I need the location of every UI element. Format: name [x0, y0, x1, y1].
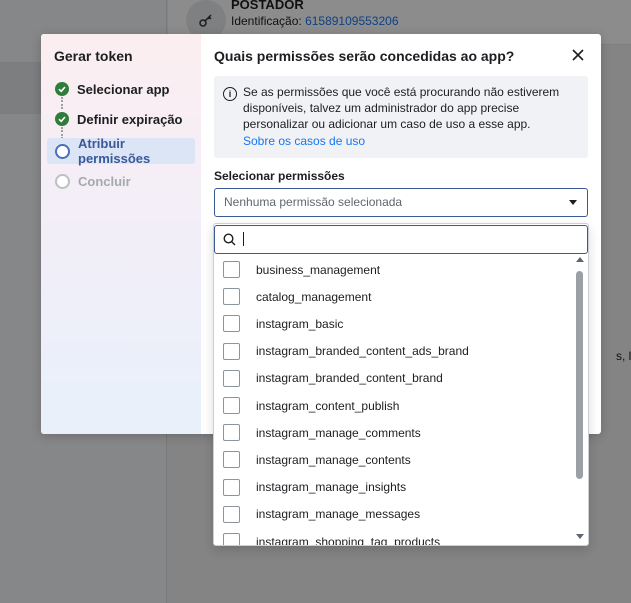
info-notice: i Se as permissões que você está procura… — [214, 76, 588, 158]
close-icon — [572, 49, 584, 61]
checkbox[interactable] — [223, 478, 240, 496]
permission-option[interactable]: instagram_basic — [214, 310, 574, 337]
checkbox[interactable] — [223, 315, 240, 333]
step-label: Concluir — [78, 173, 131, 189]
check-icon — [55, 112, 69, 126]
permissions-dropdown: business_management catalog_managementins… — [213, 223, 589, 546]
permission-option-label: instagram_content_publish — [256, 398, 400, 413]
step-assign-permissions[interactable]: Atribuir permissões — [47, 136, 195, 166]
permission-option-label: instagram_manage_contents — [256, 452, 411, 467]
scroll-down-icon[interactable] — [576, 534, 584, 539]
permission-option-label: instagram_branded_content_ads_brand — [256, 344, 469, 359]
text-cursor — [243, 232, 244, 246]
caret-down-icon — [569, 200, 577, 205]
circle-icon — [55, 143, 70, 159]
permission-option-label: instagram_shopping_tag_products — [256, 534, 441, 546]
permission-option-label: instagram_manage_insights — [256, 480, 407, 495]
step-set-expiration[interactable]: Definir expiração — [47, 106, 195, 132]
permission-option[interactable]: instagram_manage_messages — [214, 501, 574, 528]
step-select-app[interactable]: Selecionar app — [47, 76, 195, 102]
info-icon: i — [223, 87, 237, 101]
checkbox[interactable] — [223, 505, 240, 523]
checkbox[interactable] — [223, 451, 240, 469]
permission-option-label: instagram_branded_content_brand — [256, 371, 443, 386]
step-finish: Concluir — [47, 168, 195, 194]
search-input[interactable] — [241, 230, 571, 248]
checkbox[interactable] — [223, 397, 240, 414]
close-button[interactable] — [568, 45, 588, 65]
permission-option[interactable]: instagram_branded_content_ads_brand — [214, 338, 574, 365]
permission-option-label: catalog_management — [256, 289, 372, 304]
steps-title: Gerar token — [54, 48, 133, 64]
permission-option-label: instagram_basic — [256, 316, 344, 331]
permission-option[interactable]: instagram_manage_insights — [214, 474, 574, 501]
permission-option[interactable]: catalog_management — [214, 283, 574, 310]
checkbox[interactable] — [223, 342, 240, 360]
permissions-search[interactable] — [214, 225, 588, 254]
checkbox[interactable] — [223, 288, 240, 306]
scroll-up-icon[interactable] — [576, 257, 584, 262]
checkbox[interactable] — [223, 533, 240, 545]
dropdown-scrollbar[interactable] — [574, 256, 586, 545]
steps-panel: Gerar token Selecionar app Definir expir… — [41, 34, 201, 434]
checkbox[interactable] — [223, 424, 240, 442]
permission-option[interactable]: business_management — [214, 256, 574, 283]
permission-option[interactable]: instagram_branded_content_brand — [214, 365, 574, 392]
step-label: Atribuir permissões — [78, 136, 151, 166]
permission-option[interactable]: instagram_manage_contents — [214, 446, 574, 473]
check-icon — [55, 82, 69, 96]
permission-option-label: instagram_manage_comments — [256, 425, 421, 440]
permission-option-label: instagram_manage_messages — [256, 507, 421, 522]
step-label: Selecionar app — [77, 81, 170, 97]
permission-option-label: business_management — [256, 262, 381, 277]
search-icon — [223, 233, 236, 246]
checkbox[interactable] — [223, 369, 240, 387]
permissions-select-value: Nenhuma permissão selecionada — [224, 195, 403, 209]
checkbox[interactable] — [223, 261, 240, 278]
permissions-label: Selecionar permissões — [214, 169, 345, 183]
permission-option[interactable]: instagram_content_publish — [214, 392, 574, 419]
scrollbar-thumb[interactable] — [576, 271, 583, 479]
permission-option[interactable]: instagram_shopping_tag_products — [214, 528, 574, 545]
permission-option[interactable]: instagram_manage_comments — [214, 419, 574, 446]
info-text: Se as permissões que você está procurand… — [243, 85, 560, 131]
dialog-title: Quais permissões serão concedidas ao app… — [214, 48, 515, 64]
permissions-option-list: business_management catalog_managementins… — [214, 256, 574, 545]
use-cases-link[interactable]: Sobre os casos de uso — [243, 134, 365, 148]
step-label: Definir expiração — [77, 111, 183, 127]
permissions-select[interactable]: Nenhuma permissão selecionada — [214, 188, 588, 217]
circle-icon — [55, 173, 70, 189]
